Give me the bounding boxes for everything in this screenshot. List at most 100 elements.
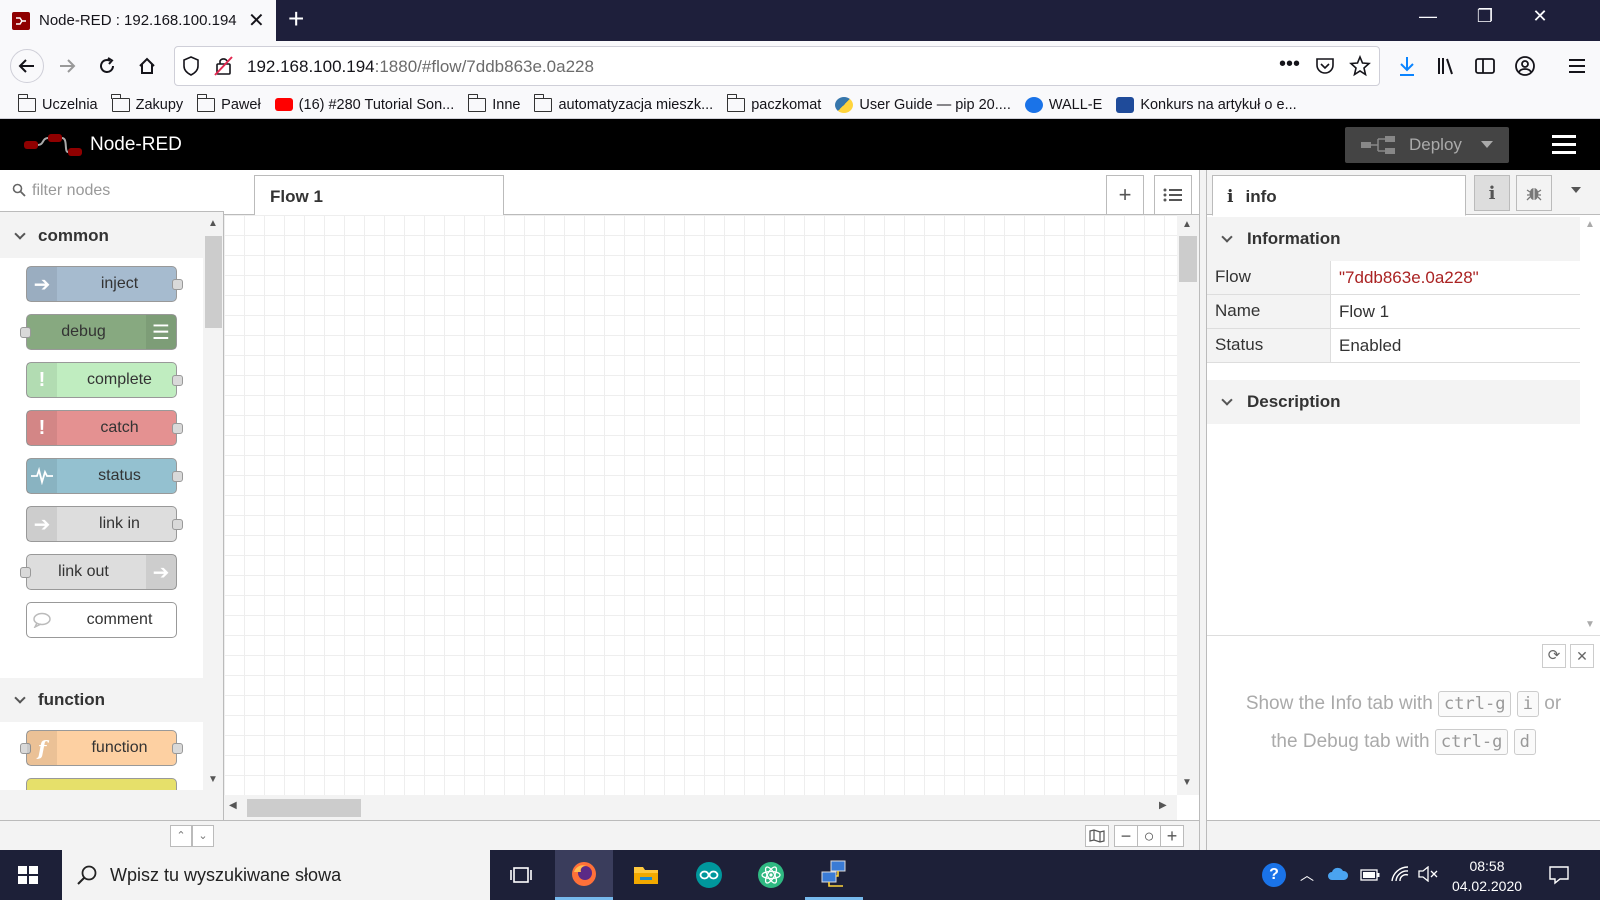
palette-node-link-in[interactable]: ➔ link in (26, 506, 183, 542)
palette-node-partial[interactable] (26, 778, 177, 790)
sidebar-separator[interactable] (1199, 170, 1207, 850)
onedrive-icon[interactable] (1327, 867, 1349, 886)
hamburger-menu-icon[interactable] (1562, 51, 1592, 81)
bookmark-item[interactable]: Paweł (196, 93, 261, 113)
main-menu-icon[interactable] (1552, 135, 1576, 159)
deploy-button[interactable]: Deploy (1345, 127, 1509, 163)
navigator-map-icon[interactable] (1085, 825, 1109, 847)
tab-info[interactable]: i info (1212, 175, 1466, 216)
flow-canvas[interactable] (224, 215, 1177, 795)
chevron-right-icon[interactable]: ▶ (1159, 800, 1167, 811)
sidebar-toggle-icon[interactable] (1470, 51, 1500, 81)
notifications-icon[interactable] (1548, 865, 1570, 890)
bookmark-item[interactable]: Konkurs na artykuł o e... (1116, 96, 1297, 113)
filter-nodes-input[interactable]: filter nodes (0, 170, 224, 212)
forward-icon[interactable] (52, 51, 82, 81)
chevron-down-icon[interactable]: ▼ (1585, 619, 1595, 630)
insecure-lock-icon[interactable] (213, 55, 235, 82)
chevron-up-icon[interactable]: ︿ (1300, 865, 1314, 885)
taskbar-clock[interactable]: 08:58 04.02.2020 (1447, 856, 1527, 896)
section-description[interactable]: Description (1207, 380, 1580, 424)
palette-node-function[interactable]: f function (20, 730, 183, 766)
chevron-up-icon[interactable]: ▲ (1182, 219, 1192, 230)
palette-node-comment[interactable]: comment (26, 602, 177, 638)
firefox-taskbar-icon[interactable] (555, 850, 613, 900)
bookmark-item[interactable]: User Guide — pip 20.... (835, 96, 1011, 113)
bookmark-item[interactable]: WALL-E (1024, 96, 1102, 113)
site-icon (1024, 96, 1043, 113)
chevron-down-icon[interactable] (1571, 187, 1581, 193)
download-icon[interactable] (1392, 51, 1422, 81)
chevron-down-icon[interactable]: ▼ (1182, 777, 1192, 788)
palette-node-debug[interactable]: debug ☰ (20, 314, 177, 350)
chevron-down-icon[interactable]: ▼ (208, 774, 218, 785)
palette-node-link-out[interactable]: link out ➔ (20, 554, 177, 590)
expand-all-icon[interactable]: ⌄ (192, 825, 214, 847)
palette-scroll-thumb[interactable] (205, 236, 222, 328)
info-tips: ⟳ ✕ Show the Info tab with ctrl-g i or t… (1207, 635, 1600, 820)
canvas-vertical-scroll-thumb[interactable] (1179, 236, 1197, 282)
palette-category-function[interactable]: function (0, 678, 203, 722)
url-text[interactable]: 192.168.100.194:1880/#flow/7ddb863e.0a22… (247, 57, 594, 77)
taskbar-search-input[interactable]: Wpisz tu wyszukiwane słowa (62, 850, 490, 900)
folder-icon (111, 93, 130, 112)
debug-bug-icon[interactable] (1516, 175, 1552, 211)
windows-start-icon[interactable] (18, 866, 39, 885)
home-icon[interactable] (132, 51, 162, 81)
add-flow-icon[interactable]: + (1106, 175, 1144, 215)
bookmark-item[interactable]: (16) #280 Tutorial Son... (274, 97, 454, 113)
bookmark-item[interactable]: Zakupy (111, 93, 183, 113)
canvas-horizontal-scroll-thumb[interactable] (247, 799, 361, 817)
section-information[interactable]: Information (1207, 217, 1580, 261)
more-actions-icon[interactable]: ••• (1279, 53, 1300, 76)
new-tab-icon[interactable]: + (288, 3, 304, 35)
help-icon[interactable]: ? (1262, 863, 1286, 887)
zoom-out-icon[interactable]: − (1114, 825, 1138, 847)
close-tab-icon[interactable]: ✕ (248, 8, 265, 33)
shield-icon[interactable] (181, 55, 201, 82)
flow-list-icon[interactable] (1154, 175, 1192, 215)
chevron-left-icon[interactable]: ◀ (229, 800, 237, 811)
back-icon[interactable] (10, 49, 44, 83)
collapse-all-icon[interactable]: ⌃ (170, 825, 192, 847)
bookmark-item[interactable]: paczkomat (726, 93, 821, 113)
restore-icon[interactable]: ❐ (1460, 6, 1510, 27)
minimize-icon[interactable]: — (1403, 6, 1453, 27)
zoom-in-icon[interactable]: + (1160, 825, 1184, 847)
bookmark-star-icon[interactable] (1349, 54, 1371, 82)
speaker-muted-icon[interactable] (1418, 865, 1438, 887)
palette-node-inject[interactable]: ➔ inject (26, 266, 183, 302)
chevron-up-icon[interactable]: ▲ (1585, 219, 1595, 230)
chevron-up-icon[interactable]: ▲ (208, 218, 218, 229)
tab-flow-1[interactable]: Flow 1 (254, 175, 504, 216)
atom-editor-icon[interactable] (742, 850, 800, 900)
address-bar[interactable]: 192.168.100.194:1880/#flow/7ddb863e.0a22… (174, 46, 1380, 86)
close-tips-icon[interactable]: ✕ (1570, 644, 1594, 668)
network-app-icon[interactable] (805, 850, 863, 900)
zoom-reset-icon[interactable]: ○ (1137, 825, 1161, 847)
pocket-icon[interactable] (1315, 56, 1335, 81)
chevron-down-icon[interactable] (1481, 141, 1493, 148)
arduino-icon[interactable] (680, 850, 738, 900)
refresh-tip-icon[interactable]: ⟳ (1542, 644, 1566, 668)
bookmark-item[interactable]: automatyzacja mieszk... (533, 93, 713, 113)
wifi-icon[interactable] (1390, 865, 1410, 888)
palette-node-catch[interactable]: ! catch (26, 410, 183, 446)
browser-tab[interactable]: Node-RED : 192.168.100.194 ✕ (0, 0, 276, 41)
battery-icon[interactable] (1360, 868, 1380, 886)
canvas-vertical-scrollbar[interactable]: ▲ ▼ (1177, 215, 1199, 795)
bookmark-item[interactable]: Uczelnia (17, 93, 98, 113)
info-tab-button-icon[interactable]: i (1474, 175, 1510, 211)
close-window-icon[interactable]: ✕ (1515, 6, 1565, 27)
library-icon[interactable] (1432, 51, 1462, 81)
nodered-logo-icon (24, 133, 86, 162)
palette-node-complete[interactable]: ! complete (26, 362, 183, 398)
account-icon[interactable] (1510, 51, 1540, 81)
palette-node-status[interactable]: status (26, 458, 183, 494)
bookmark-item[interactable]: Inne (467, 93, 520, 113)
file-explorer-icon[interactable] (617, 850, 675, 900)
canvas-horizontal-scrollbar[interactable]: ◀ ▶ (224, 795, 1177, 820)
reload-icon[interactable] (92, 51, 122, 81)
palette-category-common[interactable]: common (0, 214, 203, 258)
task-view-icon[interactable] (492, 850, 550, 900)
